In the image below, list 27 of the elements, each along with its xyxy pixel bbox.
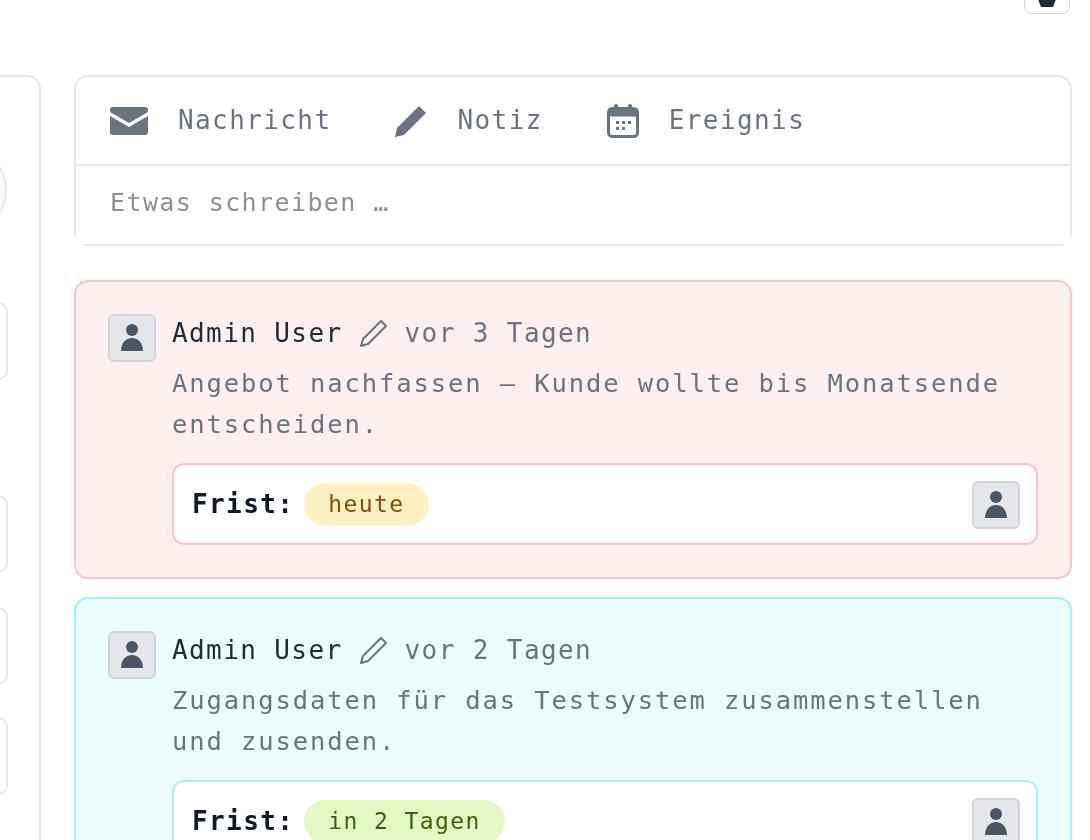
author-name: Admin User [172, 316, 343, 350]
author-name: Admin User [172, 633, 343, 667]
calendar-icon [606, 103, 639, 138]
pencil-icon [395, 104, 428, 137]
assignee-button[interactable] [972, 480, 1020, 529]
envelope-icon [110, 106, 148, 135]
task-text: Zugangsdaten für das Testsystem zusammenstellen und zusenden. [172, 683, 984, 758]
avatar-button[interactable] [108, 313, 156, 362]
person-icon [984, 806, 1008, 837]
deadline-label: Frist: [192, 488, 295, 521]
text-input[interactable]: Etwas schreiben … [74, 164, 1072, 246]
pencil-icon [358, 318, 389, 348]
person-icon [120, 639, 144, 670]
composer-tab[interactable]: Notiz [395, 101, 543, 140]
assignee-button[interactable] [972, 797, 1020, 840]
composer-tab[interactable]: Nachricht [110, 101, 332, 140]
avatar-button[interactable] [108, 630, 156, 679]
person-icon [120, 322, 144, 353]
deadline-label: Frist: [192, 805, 295, 838]
timestamp: vor 3 Tagen [404, 316, 593, 350]
pencil-icon [358, 635, 389, 665]
timestamp: vor 2 Tagen [404, 633, 593, 667]
deadline-badge: in 2 Tagen [304, 800, 505, 840]
person-icon [984, 489, 1008, 520]
task-text: Angebot nachfassen – Kunde wollte bis Monatsende entscheiden. [172, 366, 1002, 441]
composer-tab[interactable]: Ereignis [606, 101, 806, 140]
deadline-badge: heute [304, 483, 429, 526]
